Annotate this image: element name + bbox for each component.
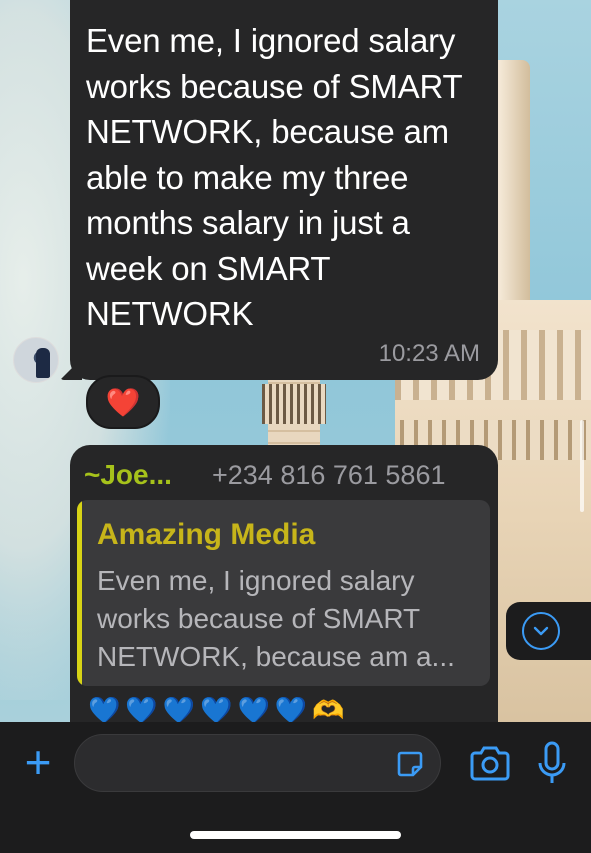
message-bubble[interactable]: Even me, I ignored salary works because … — [70, 0, 498, 380]
chevron-down-icon — [522, 612, 560, 650]
blue-heart-emojis: 💙💙💙💙💙💙 — [88, 695, 313, 725]
microphone-icon[interactable] — [536, 741, 568, 787]
reaction-badge[interactable]: ❤️ — [86, 375, 160, 429]
avatar[interactable] — [13, 337, 59, 383]
quoted-message[interactable]: Amazing Media Even me, I ignored salary … — [77, 500, 490, 686]
scroll-to-bottom-button[interactable] — [506, 602, 591, 660]
quote-bar — [77, 500, 82, 686]
sticker-icon[interactable] — [395, 749, 425, 779]
heart-hands-emoji: 🫶 — [312, 695, 350, 725]
wallpaper-tower-band — [262, 384, 326, 424]
heart-icon: ❤️ — [105, 386, 141, 418]
scrollbar[interactable] — [580, 420, 584, 512]
home-indicator[interactable] — [190, 831, 401, 839]
sender-phone: +234 816 761 5861 — [212, 460, 446, 490]
sender-name[interactable]: ~Joe... — [84, 459, 172, 491]
message-input[interactable] — [74, 734, 441, 792]
plus-icon[interactable]: + — [18, 739, 58, 785]
message-text: Even me, I ignored salary works because … — [86, 22, 462, 332]
quote-text: Even me, I ignored salary works because … — [97, 565, 455, 672]
quote-author: Amazing Media — [97, 518, 316, 551]
camera-icon[interactable] — [468, 744, 512, 784]
message-timestamp: 10:23 AM — [378, 340, 480, 367]
message-bubble[interactable]: ~Joe... +234 816 761 5861 Amazing Media … — [70, 445, 498, 745]
